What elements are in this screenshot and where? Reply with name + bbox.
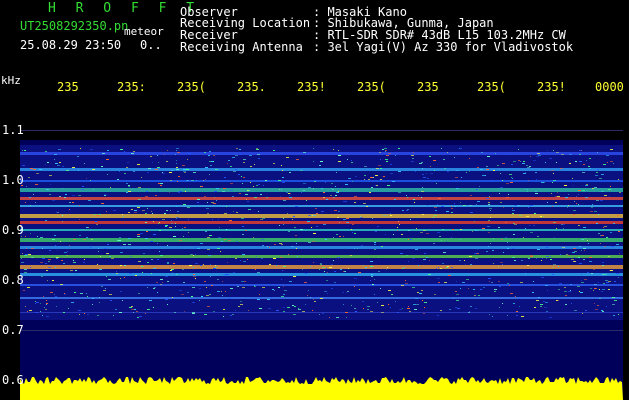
x-tick-label: 235( <box>477 80 506 94</box>
y-tick-label: 0.7 <box>2 323 24 337</box>
spectrogram-screen: H R O F F T UT2508292350.pn meteor 25.08… <box>0 0 629 400</box>
y-tick-label: 0.6 <box>2 373 24 387</box>
x-tick-label: 235 <box>417 80 439 94</box>
y-tick-label: 1.1 <box>2 123 24 137</box>
y-tick-label: 0.9 <box>2 223 24 237</box>
x-tick-label: 235! <box>297 80 326 94</box>
x-tick-label: 0000 <box>595 80 624 94</box>
x-tick-label: 235( <box>177 80 206 94</box>
y-tick-label: 1.0 <box>2 173 24 187</box>
x-tick-label: 235( <box>357 80 386 94</box>
x-tick-label: 235. <box>237 80 266 94</box>
y-axis-unit: kHz <box>1 74 21 87</box>
signal-noise <box>20 145 623 400</box>
x-tick-label: 235 <box>57 80 79 94</box>
y-tick-label: 0.8 <box>2 273 24 287</box>
x-tick-label: 235: <box>117 80 146 94</box>
x-tick-label: 235! <box>537 80 566 94</box>
